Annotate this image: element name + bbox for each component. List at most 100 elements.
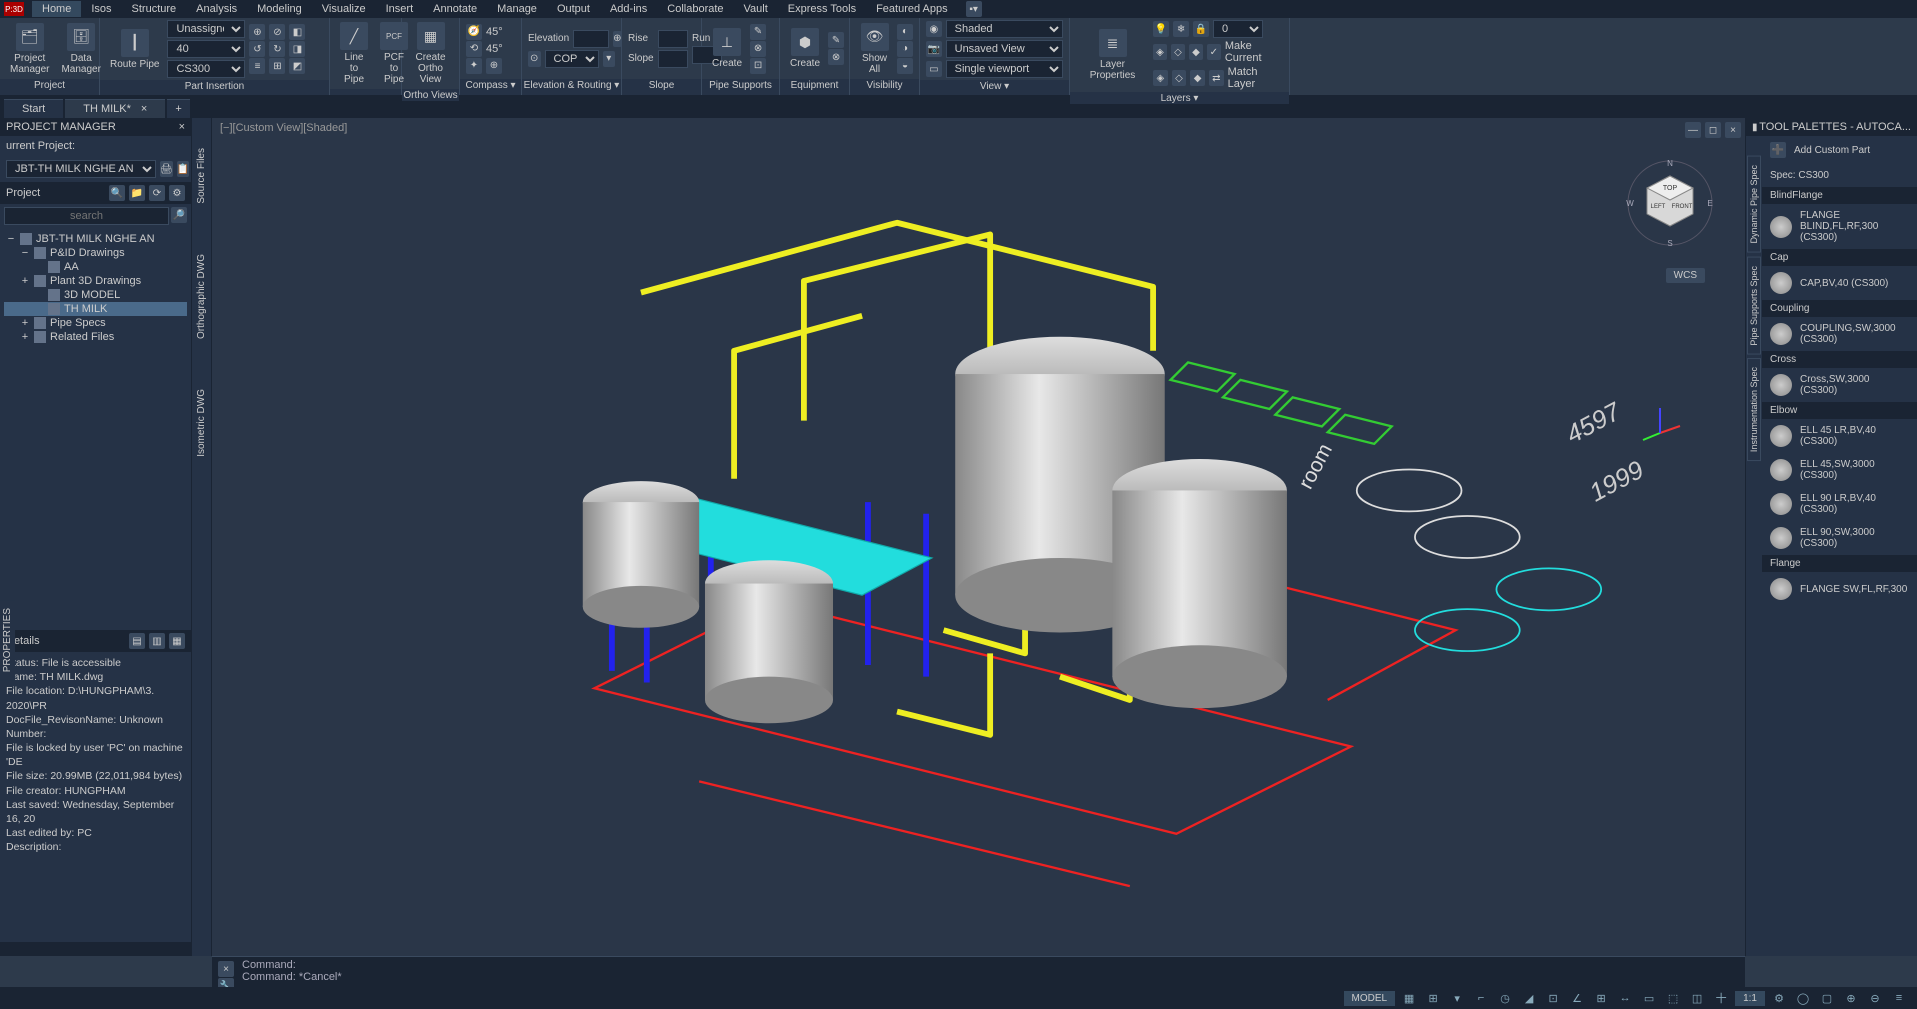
- pi-ico-9[interactable]: ◩: [289, 58, 305, 74]
- eq-ico-1[interactable]: ✎: [828, 32, 844, 48]
- l-ico-1[interactable]: ◈: [1153, 44, 1167, 60]
- sb-17[interactable]: ▢: [1817, 989, 1837, 1007]
- iso-icon[interactable]: ◢: [1519, 989, 1539, 1007]
- menu-analysis[interactable]: Analysis: [186, 1, 247, 17]
- vis-ico-3[interactable]: ◒: [897, 58, 913, 74]
- menu-annotate[interactable]: Annotate: [423, 1, 487, 17]
- l-ico-3[interactable]: ◆: [1189, 44, 1203, 60]
- l-ico-2[interactable]: ◇: [1171, 44, 1185, 60]
- sb-10[interactable]: ↔: [1615, 989, 1635, 1007]
- route-pipe-button[interactable]: ┃Route Pipe: [106, 27, 163, 72]
- menu-vault[interactable]: Vault: [734, 1, 778, 17]
- vp-min-icon[interactable]: —: [1685, 122, 1701, 138]
- ps-ico-3[interactable]: ⊡: [750, 58, 766, 74]
- sb-8[interactable]: ∠: [1567, 989, 1587, 1007]
- add-custom-part[interactable]: ➕Add Custom Part: [1762, 136, 1917, 164]
- vp-max-icon[interactable]: ◻: [1705, 122, 1721, 138]
- palette-item[interactable]: Cross,SW,3000 (CS300): [1762, 368, 1917, 402]
- menu-home[interactable]: Home: [32, 1, 81, 17]
- menu-express-tools[interactable]: Express Tools: [778, 1, 866, 17]
- make-current-label[interactable]: Make Current: [1225, 40, 1283, 64]
- menu-output[interactable]: Output: [547, 1, 600, 17]
- wcs-badge[interactable]: WCS: [1666, 268, 1705, 283]
- eq-ico-2[interactable]: ⊗: [828, 49, 844, 65]
- pi-ico-2[interactable]: ⊘: [269, 24, 285, 40]
- vp-close-icon[interactable]: ×: [1725, 122, 1741, 138]
- palette-tab-dynamic[interactable]: Dynamic Pipe Spec: [1747, 156, 1761, 253]
- tab-add[interactable]: +: [167, 99, 189, 118]
- palette-item[interactable]: ELL 45 LR,BV,40 (CS300): [1762, 419, 1917, 453]
- palette-item[interactable]: ELL 90 LR,BV,40 (CS300): [1762, 487, 1917, 521]
- palette-item[interactable]: FLANGE SW,FL,RF,300: [1762, 572, 1917, 606]
- layer-properties-button[interactable]: ≣Layer Properties: [1076, 27, 1149, 83]
- tree-item[interactable]: 3D MODEL: [4, 288, 187, 302]
- unassigned-combo[interactable]: Unassigned: [167, 20, 245, 38]
- pi-ico-4[interactable]: ↻: [269, 41, 285, 57]
- compass-icon-4[interactable]: ⊕: [486, 58, 502, 74]
- layer-lock-icon[interactable]: 🔒: [1193, 21, 1209, 37]
- pi-ico-1[interactable]: ⊕: [249, 24, 265, 40]
- grid-icon[interactable]: ▦: [1399, 989, 1419, 1007]
- osnap-icon[interactable]: ⊡: [1543, 989, 1563, 1007]
- menu-overflow-icon[interactable]: ▪▾: [966, 1, 982, 17]
- pi-ico-6[interactable]: ⊞: [269, 58, 285, 74]
- project-manager-button[interactable]: 🗂Project Manager: [6, 21, 53, 77]
- shaded-icon[interactable]: ◉: [926, 21, 942, 37]
- copy-icon[interactable]: 📋: [177, 161, 189, 177]
- menu-manage[interactable]: Manage: [487, 1, 547, 17]
- sb-9[interactable]: ⊞: [1591, 989, 1611, 1007]
- menu-structure[interactable]: Structure: [122, 1, 187, 17]
- menu-insert[interactable]: Insert: [376, 1, 424, 17]
- data-manager-button[interactable]: 🗄Data Manager: [57, 21, 104, 77]
- menu-isos[interactable]: Isos: [81, 1, 121, 17]
- l-ico-4[interactable]: ◈: [1153, 70, 1168, 86]
- create-supports-button[interactable]: ⊥Create: [708, 26, 746, 71]
- tree-item[interactable]: +Related Files: [4, 330, 187, 344]
- tab-file[interactable]: TH MILK*×: [65, 99, 165, 118]
- pi-ico-3[interactable]: ↺: [249, 41, 265, 57]
- tab-start[interactable]: Start: [4, 99, 63, 118]
- sb-16[interactable]: ◯: [1793, 989, 1813, 1007]
- create-equipment-button[interactable]: ⬢Create: [786, 26, 824, 71]
- create-ortho-button[interactable]: ▦Create Ortho View: [408, 20, 453, 87]
- pm-scrollbar[interactable]: [0, 942, 191, 956]
- l-ico-6[interactable]: ◆: [1190, 70, 1205, 86]
- pm-tool-4[interactable]: ⚙: [169, 185, 185, 201]
- palette-item[interactable]: ELL 45,SW,3000 (CS300): [1762, 453, 1917, 487]
- pi-ico-7[interactable]: ◧: [289, 24, 305, 40]
- compass-icon-2[interactable]: ⟲: [466, 41, 482, 57]
- sb-3[interactable]: ▾: [1447, 989, 1467, 1007]
- snap-icon[interactable]: ⊞: [1423, 989, 1443, 1007]
- tree-item[interactable]: −JBT-TH MILK NGHE AN: [4, 232, 187, 246]
- pi-ico-8[interactable]: ◨: [289, 41, 305, 57]
- match-layer-label[interactable]: Match Layer: [1228, 66, 1283, 90]
- sb-12[interactable]: ⬚: [1663, 989, 1683, 1007]
- scale-button[interactable]: 1:1: [1735, 991, 1765, 1006]
- pm-close-icon[interactable]: ×: [179, 121, 185, 133]
- menu-featured-apps[interactable]: Featured Apps: [866, 1, 958, 17]
- properties-tab[interactable]: PROPERTIES: [0, 600, 15, 680]
- viewport-icon[interactable]: ▭: [926, 61, 942, 77]
- match-layer-icon[interactable]: ⇄: [1209, 70, 1224, 86]
- sidetab-ortho[interactable]: Orthographic DWG: [194, 244, 209, 349]
- line-to-pipe-button[interactable]: ╱Line to Pipe: [336, 20, 372, 87]
- det-ico-2[interactable]: ▥: [149, 633, 165, 649]
- ps-ico-2[interactable]: ⊗: [750, 41, 766, 57]
- visual-style-combo[interactable]: Shaded: [946, 20, 1063, 38]
- ps-ico-1[interactable]: ✎: [750, 24, 766, 40]
- sidetab-source[interactable]: Source Files: [194, 138, 209, 214]
- model-space-button[interactable]: MODEL: [1344, 991, 1396, 1006]
- tree-item[interactable]: +Plant 3D Drawings: [4, 274, 187, 288]
- sb-14[interactable]: 十: [1711, 989, 1731, 1007]
- polar-icon[interactable]: ◷: [1495, 989, 1515, 1007]
- cop-icon[interactable]: ⊙: [528, 51, 541, 67]
- sb-11[interactable]: ▭: [1639, 989, 1659, 1007]
- gear-icon[interactable]: ⚙: [1769, 989, 1789, 1007]
- spec-combo[interactable]: CS300: [167, 60, 245, 78]
- menu-add-ins[interactable]: Add-ins: [600, 1, 657, 17]
- close-tab-icon[interactable]: ×: [141, 103, 147, 115]
- sidetab-iso[interactable]: Isometric DWG: [194, 379, 209, 467]
- elevation-input[interactable]: [573, 30, 609, 48]
- palette-item[interactable]: CAP,BV,40 (CS300): [1762, 266, 1917, 300]
- size-combo[interactable]: 40: [167, 40, 245, 58]
